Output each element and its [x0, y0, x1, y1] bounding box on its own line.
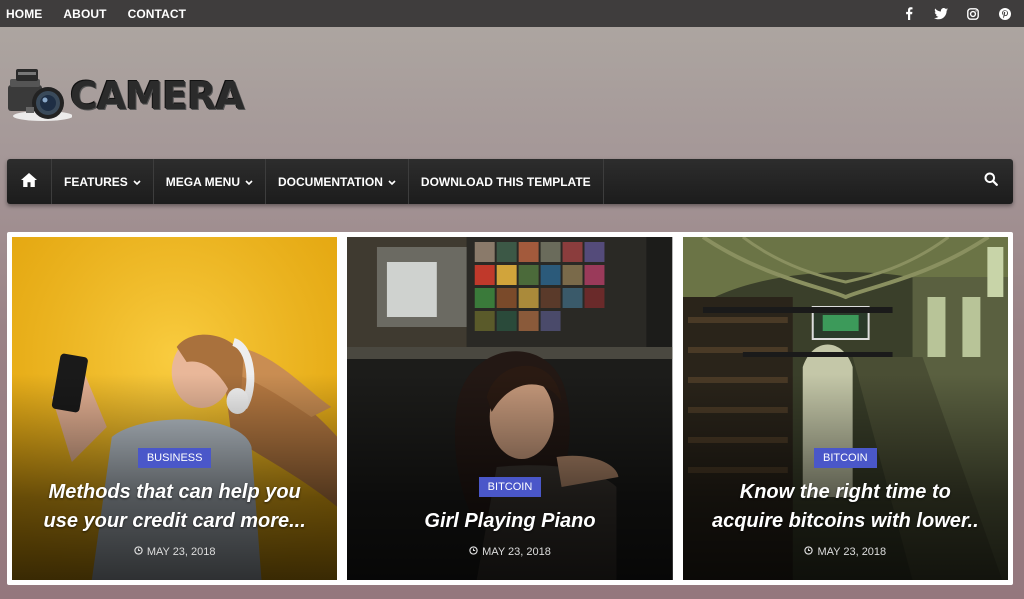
- chevron-down-icon: [388, 178, 396, 188]
- post-title[interactable]: Methods that can help you use your credi…: [20, 478, 330, 536]
- card-info: BUSINESS Methods that can help you use y…: [12, 448, 337, 558]
- category-badge[interactable]: BITCOIN: [814, 448, 877, 468]
- twitter-icon[interactable]: [934, 7, 948, 21]
- main-navigation: FEATURES MEGA MENU DOCUMENTATION DOWNLOA…: [7, 159, 1013, 204]
- top-nav-contact-link[interactable]: CONTACT: [128, 7, 186, 21]
- post-title[interactable]: Girl Playing Piano: [410, 507, 609, 536]
- top-navigation: HOME ABOUT CONTACT: [6, 7, 207, 21]
- nav-item-mega-menu[interactable]: MEGA MENU: [154, 159, 267, 204]
- search-icon: [984, 172, 998, 191]
- post-title[interactable]: Know the right time to acquire bitcoins …: [690, 478, 1000, 536]
- clock-icon: [469, 546, 478, 558]
- card-info: BITCOIN Know the right time to acquire b…: [683, 448, 1008, 558]
- top-nav-home-link[interactable]: HOME: [6, 7, 42, 21]
- search-button[interactable]: [968, 159, 1013, 204]
- nav-item-label: FEATURES: [64, 174, 128, 189]
- post-date-text: MAY 23, 2018: [482, 546, 551, 558]
- nav-item-label: DOCUMENTATION: [278, 174, 383, 189]
- post-date: MAY 23, 2018: [134, 546, 216, 558]
- nav-item-documentation[interactable]: DOCUMENTATION: [266, 159, 409, 204]
- top-bar: HOME ABOUT CONTACT: [0, 0, 1024, 27]
- top-nav-about-link[interactable]: ABOUT: [63, 7, 106, 21]
- card-info: BITCOIN Girl Playing Piano MAY 23, 2018: [347, 477, 672, 558]
- nav-item-features[interactable]: FEATURES: [52, 159, 154, 204]
- clock-icon: [134, 546, 143, 558]
- chevron-down-icon: [245, 178, 253, 188]
- site-logo-text: CAMERA: [70, 74, 245, 118]
- nav-home-button[interactable]: [7, 159, 52, 204]
- featured-post-card[interactable]: BITCOIN Know the right time to acquire b…: [682, 237, 1008, 580]
- home-icon: [21, 173, 37, 190]
- camera-lens-icon: [6, 63, 73, 125]
- pinterest-icon[interactable]: [998, 7, 1012, 21]
- nav-item-label: MEGA MENU: [165, 174, 241, 189]
- featured-post-card[interactable]: BUSINESS Methods that can help you use y…: [12, 237, 338, 580]
- facebook-icon[interactable]: [902, 7, 916, 21]
- post-date-text: MAY 23, 2018: [146, 546, 216, 558]
- category-badge[interactable]: BUSINESS: [137, 448, 212, 468]
- nav-item-label: DOWNLOAD THIS TEMPLATE: [420, 174, 591, 189]
- post-date: MAY 23, 2018: [469, 546, 551, 558]
- featured-posts: BUSINESS Methods that can help you use y…: [7, 232, 1013, 585]
- post-date: MAY 23, 2018: [804, 546, 886, 558]
- post-date-text: MAY 23, 2018: [817, 546, 887, 558]
- category-badge[interactable]: BITCOIN: [478, 477, 542, 497]
- nav-item-download-template[interactable]: DOWNLOAD THIS TEMPLATE: [409, 159, 604, 204]
- clock-icon: [804, 546, 814, 558]
- site-logo[interactable]: CAMERA: [6, 62, 246, 126]
- instagram-icon[interactable]: [966, 7, 980, 21]
- chevron-down-icon: [133, 178, 141, 188]
- featured-post-card[interactable]: BITCOIN Girl Playing Piano MAY 23, 2018: [347, 237, 673, 580]
- social-links: [902, 7, 1012, 21]
